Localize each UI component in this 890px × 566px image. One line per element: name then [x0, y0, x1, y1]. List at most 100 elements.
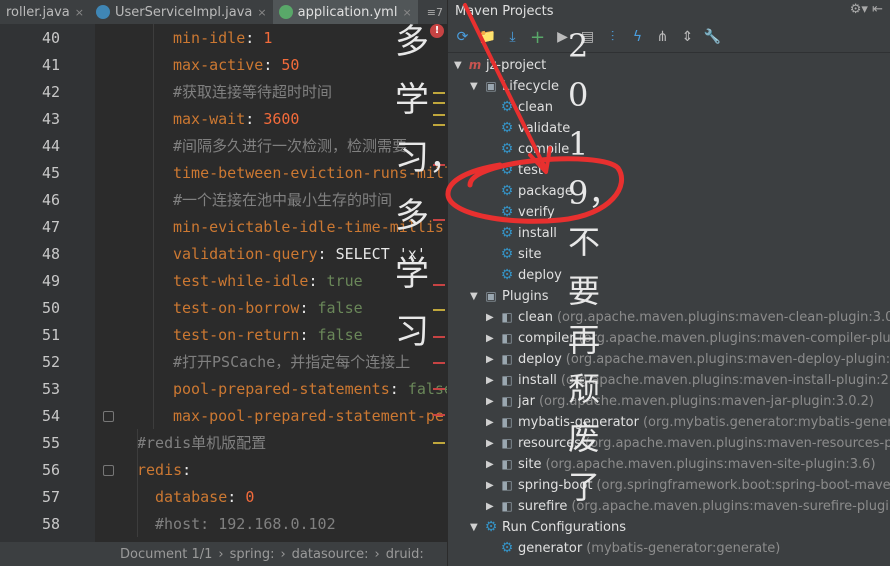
- lifecycle-site[interactable]: ⚙ site: [486, 244, 542, 264]
- collapse-arrow-icon[interactable]: ▼: [470, 291, 480, 302]
- error-indicator-icon[interactable]: !: [430, 24, 444, 38]
- expand-arrow-icon[interactable]: ▶: [486, 375, 496, 386]
- lifecycle-verify[interactable]: ⚙ verify: [486, 202, 555, 222]
- tab-roller-java[interactable]: roller.java ×: [0, 0, 90, 24]
- add-project-icon[interactable]: +: [529, 27, 546, 48]
- expand-arrow-icon[interactable]: ▶: [486, 501, 496, 512]
- code-line[interactable]: pool-prepared-statements: false: [173, 376, 447, 403]
- collapse-all-icon[interactable]: ⇕: [679, 29, 696, 46]
- error-stripe[interactable]: !: [430, 24, 447, 542]
- lifecycle-clean[interactable]: ⚙ clean: [486, 97, 553, 117]
- breadcrumb-item[interactable]: datasource:: [292, 547, 369, 562]
- close-icon[interactable]: ×: [402, 6, 411, 19]
- fold-marker-icon[interactable]: [103, 465, 114, 476]
- code-line[interactable]: max-active: 50: [173, 52, 299, 79]
- download-icon[interactable]: ⤓: [504, 29, 521, 46]
- code-line[interactable]: #host: 192.168.0.102: [155, 511, 336, 538]
- error-stripe-mark[interactable]: [433, 388, 445, 390]
- line-number: 43: [41, 110, 60, 128]
- skip-tests-icon[interactable]: ϟ: [629, 29, 646, 46]
- breadcrumb-item[interactable]: Document 1/1: [120, 547, 212, 562]
- breadcrumb-item[interactable]: druid:: [386, 547, 424, 562]
- code-line[interactable]: database: 0: [155, 484, 254, 511]
- tree-plugins[interactable]: ▼ ▣ Plugins: [470, 286, 549, 306]
- error-stripe-mark[interactable]: [433, 362, 445, 364]
- error-stripe-mark[interactable]: [433, 284, 445, 286]
- error-stripe-mark[interactable]: [433, 414, 445, 416]
- breadcrumb-separator: ›: [374, 546, 380, 562]
- lifecycle-test[interactable]: ⚙ test: [486, 160, 543, 180]
- code-line[interactable]: test-on-return: false: [173, 322, 363, 349]
- plugin-compiler[interactable]: ▶ ◧ compiler (org.apache.maven.plugins:mave…: [486, 328, 890, 348]
- generate-sources-icon[interactable]: 📁: [479, 29, 496, 46]
- collapse-arrow-icon[interactable]: ▼: [470, 522, 480, 533]
- line-number: 57: [41, 488, 60, 506]
- error-stripe-mark[interactable]: [433, 442, 445, 444]
- lifecycle-deploy[interactable]: ⚙ deploy: [486, 265, 562, 285]
- tree-lifecycle[interactable]: ▼ ▣ Lifecycle: [470, 76, 559, 96]
- code-line[interactable]: test-while-idle: true: [173, 268, 363, 295]
- error-stripe-mark[interactable]: [433, 124, 445, 126]
- expand-arrow-icon[interactable]: ▶: [486, 354, 496, 365]
- show-dependencies-icon[interactable]: ⋔: [654, 29, 671, 46]
- code-line[interactable]: test-on-borrow: false: [173, 295, 363, 322]
- gear-icon: ⚙: [500, 204, 514, 220]
- plugin-clean[interactable]: ▶ ◧ clean (org.apache.maven.plugins:maven-c…: [486, 307, 890, 327]
- expand-arrow-icon[interactable]: ▶: [486, 396, 496, 407]
- toggle-offline-icon[interactable]: ⫶: [604, 29, 621, 46]
- code-line[interactable]: min-idle: 1: [173, 25, 272, 52]
- code-line[interactable]: #一个连接在池中最小生存的时间: [173, 187, 392, 214]
- code-editor[interactable]: 40 41 42 43 44 45 46 47 48 49 50 51 52 53 54 55 56 57 58 m…: [0, 24, 447, 542]
- breadcrumb-item[interactable]: spring:: [230, 547, 275, 562]
- error-stripe-mark[interactable]: [433, 336, 445, 338]
- plugin-install[interactable]: ▶ ◧ install (org.apache.maven.plugins:maven…: [486, 370, 890, 390]
- code-line[interactable]: max-pool-prepared-statement-pe:: [173, 403, 447, 430]
- collapse-arrow-icon[interactable]: ▼: [470, 81, 480, 92]
- yaml-comment: #间隔多久进行一次检测，检测需要: [173, 137, 408, 155]
- error-stripe-mark[interactable]: [433, 114, 445, 116]
- code-line[interactable]: #间隔多久进行一次检测，检测需要: [173, 133, 407, 160]
- reimport-icon[interactable]: ⟳: [454, 29, 471, 46]
- expand-arrow-icon[interactable]: ▶: [486, 438, 496, 449]
- lifecycle-compile[interactable]: ⚙ compile: [486, 139, 570, 159]
- plugin-resources[interactable]: ▶ ◧ resources (org.apache.maven.plugins:mav…: [486, 433, 890, 453]
- tab-userserviceimpl-java[interactable]: UserServiceImpl.java ×: [90, 0, 273, 24]
- plugin-deploy[interactable]: ▶ ◧ deploy (org.apache.maven.plugins:maven-…: [486, 349, 890, 369]
- code-line[interactable]: validation-query: SELECT 'x': [173, 241, 426, 268]
- close-icon[interactable]: ×: [257, 6, 266, 19]
- code-line[interactable]: #redis单机版配置: [137, 430, 266, 457]
- close-icon[interactable]: ×: [75, 6, 84, 19]
- error-stripe-mark[interactable]: [433, 102, 445, 104]
- expand-arrow-icon[interactable]: ▶: [486, 459, 496, 470]
- collapse-arrow-icon[interactable]: ▼: [454, 60, 464, 71]
- plugin-surefire[interactable]: ▶ ◧ surefire (org.apache.maven.plugins:mave…: [486, 496, 890, 516]
- plugin-mybatis-generator[interactable]: ▶ ◧ mybatis-generator (org.mybatis.generato…: [486, 412, 890, 432]
- expand-arrow-icon[interactable]: ▶: [486, 417, 496, 428]
- fold-marker-icon[interactable]: [103, 411, 114, 422]
- expand-arrow-icon[interactable]: ▶: [486, 333, 496, 344]
- maven-settings-icon[interactable]: 🔧: [704, 29, 721, 46]
- code-line[interactable]: #打开PSCache，并指定每个连接上: [173, 349, 410, 376]
- lifecycle-validate[interactable]: ⚙ validate: [486, 118, 570, 138]
- error-stripe-mark[interactable]: [433, 92, 445, 94]
- tab-overflow-button[interactable]: ≡7: [423, 0, 447, 24]
- gear-icon: ⚙: [500, 99, 514, 115]
- expand-arrow-icon[interactable]: ▶: [486, 480, 496, 491]
- lifecycle-package[interactable]: ⚙ package: [486, 181, 573, 201]
- settings-gear-icon[interactable]: ⚙▾ ⇤: [850, 2, 883, 17]
- code-line[interactable]: max-wait: 3600: [173, 106, 299, 133]
- run-config-generator[interactable]: ⚙ generator (mybatis-generator:generate): [486, 538, 781, 558]
- plugin-jar[interactable]: ▶ ◧ jar (org.apache.maven.plugins:maven-jar…: [486, 391, 874, 411]
- tree-root-project[interactable]: ▼ m jz-project: [454, 55, 546, 75]
- tab-application-yml[interactable]: application.yml ×: [272, 0, 418, 24]
- code-line[interactable]: redis:: [137, 457, 191, 484]
- expand-arrow-icon[interactable]: ▶: [486, 312, 496, 323]
- error-stripe-mark[interactable]: [433, 309, 445, 311]
- tree-run-configurations[interactable]: ▼ ⚙ Run Configurations: [470, 517, 626, 537]
- plugin-spring-boot[interactable]: ▶ ◧ spring-boot (org.springframework.boot:s…: [486, 475, 890, 495]
- lifecycle-install[interactable]: ⚙ install: [486, 223, 557, 243]
- error-stripe-mark[interactable]: [433, 219, 445, 221]
- yaml-key: max-active: [173, 56, 264, 74]
- plugin-site[interactable]: ▶ ◧ site (org.apache.maven.plugins:maven-si…: [486, 454, 876, 474]
- code-line[interactable]: #获取连接等待超时时间: [173, 79, 332, 106]
